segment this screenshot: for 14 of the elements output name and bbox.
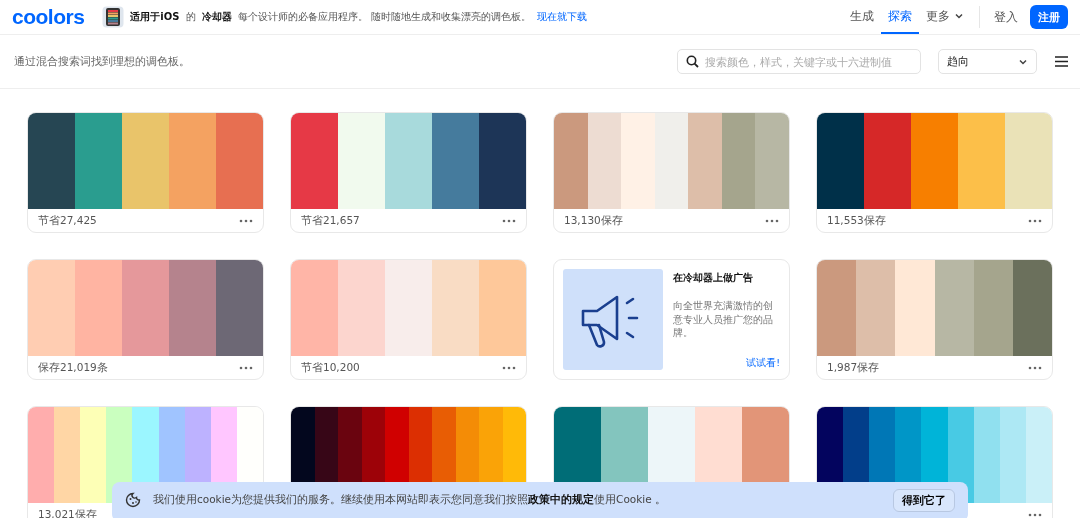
save-count: 11,553保存 bbox=[827, 213, 886, 228]
app-name: 冷却器 bbox=[201, 10, 232, 24]
save-count: 保存21,019条 bbox=[38, 360, 108, 375]
promo-text: 每个设计师的必备应用程序。 随时随地生成和收集漂亮的调色板。 bbox=[237, 10, 531, 24]
save-count: 节省10,200 bbox=[301, 360, 360, 375]
save-count: 1,987保存 bbox=[827, 360, 880, 375]
save-count: 13,130保存 bbox=[564, 213, 623, 228]
platform-text: 适用于iOS bbox=[130, 10, 180, 24]
save-count: 节省27,425 bbox=[38, 213, 97, 228]
save-count: 节省21,657 bbox=[301, 213, 360, 228]
ad-text: 向全世界充满激情的创意专业人员推广您的品牌。 bbox=[673, 299, 774, 340]
hint-text: 通过混合搜索词找到理想的调色板。 bbox=[14, 54, 191, 69]
promo-text: 的 bbox=[185, 10, 196, 24]
ad-title: 在冷却器上做广告 bbox=[673, 271, 754, 285]
